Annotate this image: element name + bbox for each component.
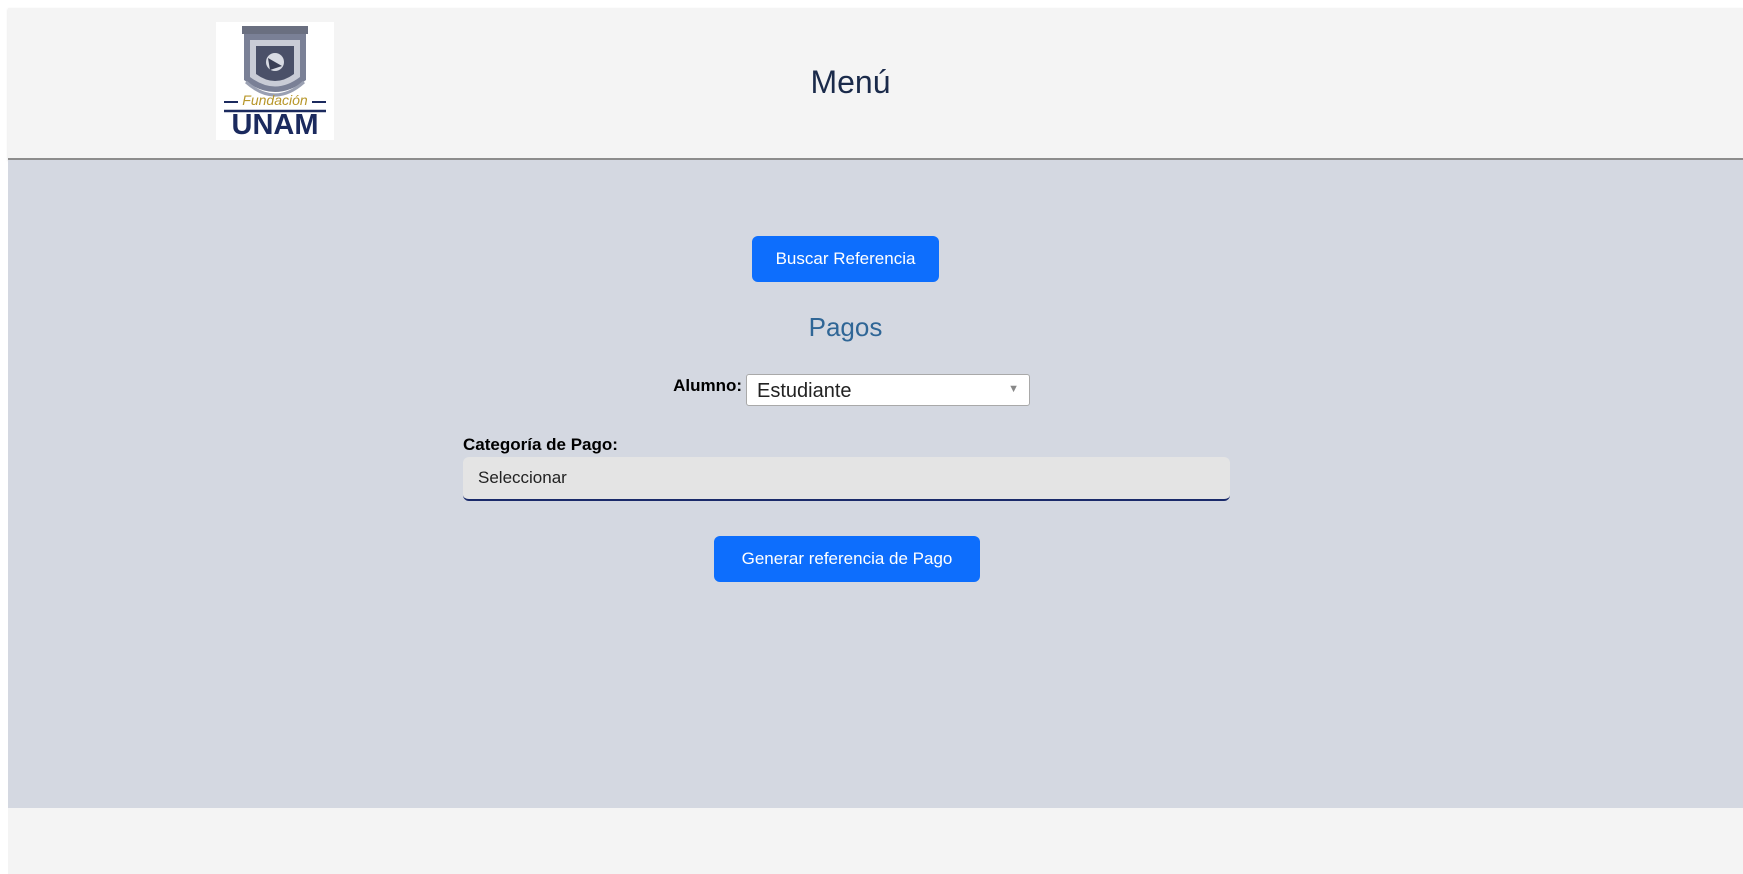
chevron-down-icon: ▼ — [1008, 383, 1019, 395]
search-reference-button[interactable]: Buscar Referencia — [752, 236, 939, 282]
payment-category-value: Seleccionar — [478, 468, 567, 487]
page-header: Fundación UNAM Menú — [8, 8, 1743, 160]
section-title: Pagos — [808, 312, 883, 342]
generate-payment-reference-button[interactable]: Generar referencia de Pago — [714, 536, 980, 582]
student-select[interactable]: Estudiante ▼ — [746, 374, 1030, 406]
page-footer — [8, 808, 1743, 874]
main-content: Buscar Referencia Pagos Alumno: Estudian… — [8, 160, 1743, 808]
student-label: Alumno: — [673, 376, 742, 395]
svg-text:UNAM: UNAM — [232, 109, 319, 140]
student-select-value: Estudiante — [757, 380, 852, 402]
page-title: Menú — [810, 64, 891, 100]
payment-category-label: Categoría de Pago: — [463, 435, 618, 454]
payment-category-select[interactable]: Seleccionar — [463, 457, 1230, 501]
app-frame: Fundación UNAM Menú Buscar Referencia Pa… — [8, 8, 1743, 874]
